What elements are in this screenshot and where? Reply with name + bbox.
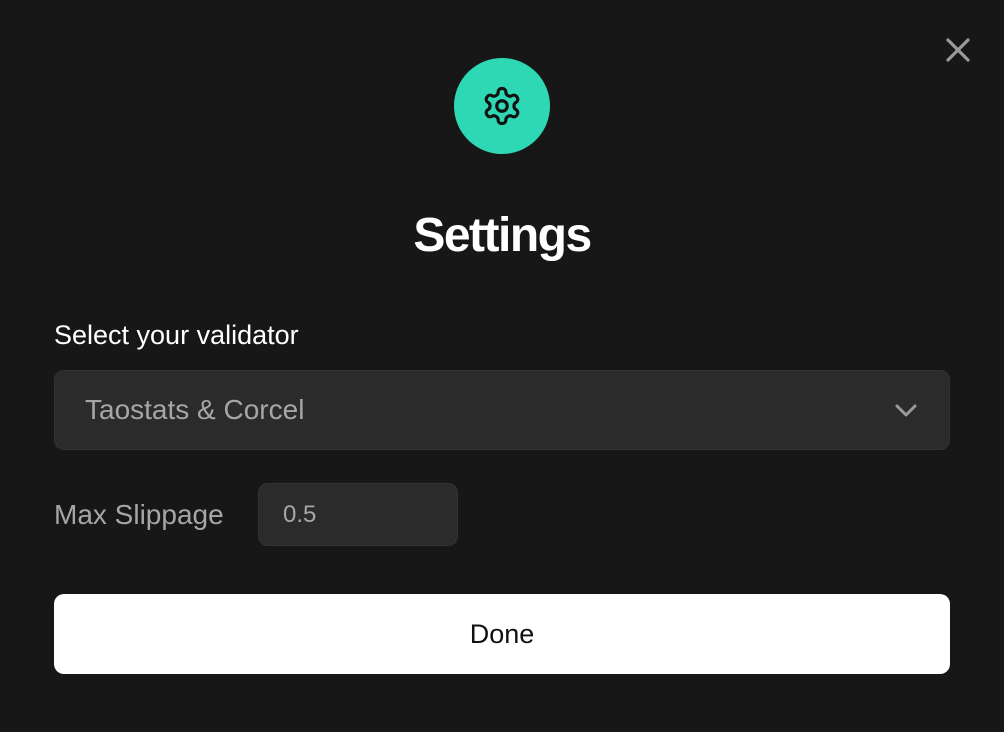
close-button[interactable] (940, 32, 976, 68)
settings-icon-badge (454, 58, 550, 154)
dialog-title: Settings (413, 209, 592, 262)
validator-selected-value: Taostats & Corcel (85, 394, 305, 425)
chevron-down-icon (895, 404, 917, 417)
done-button[interactable]: Done (54, 594, 950, 674)
validator-label: Select your validator (54, 320, 299, 350)
max-slippage-input[interactable] (258, 483, 458, 546)
validator-select[interactable]: Taostats & Corcel (54, 370, 950, 450)
gear-icon (484, 86, 520, 126)
settings-dialog: Settings Select your validator Taostats … (0, 0, 1004, 732)
close-icon (946, 38, 970, 62)
max-slippage-label: Max Slippage (54, 499, 224, 530)
